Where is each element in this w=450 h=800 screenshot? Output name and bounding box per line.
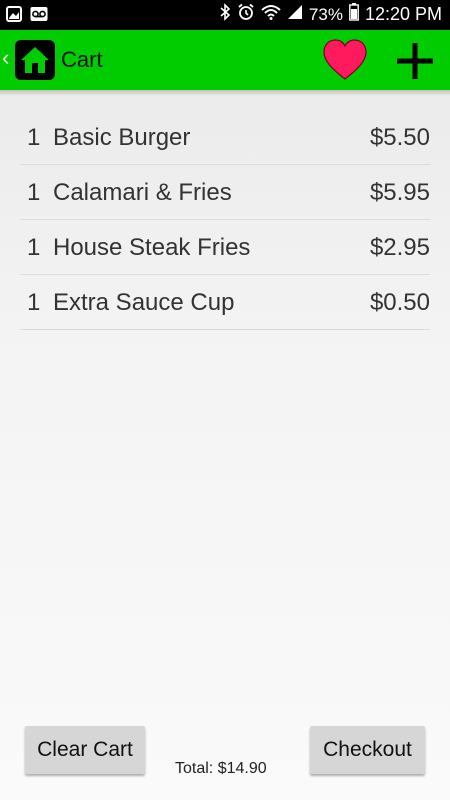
action-bar-shadow	[0, 90, 450, 96]
item-price: $0.50	[369, 289, 430, 316]
bluetooth-icon	[219, 3, 231, 26]
home-icon[interactable]	[15, 40, 55, 80]
item-name: Extra Sauce Cup	[53, 289, 235, 316]
status-right-icons: 73% 12:20 PM	[219, 3, 442, 26]
favorite-button[interactable]	[322, 38, 368, 84]
battery-icon	[349, 3, 359, 26]
item-price: $2.95	[369, 234, 430, 261]
cart-total: Total: $14.90	[175, 760, 267, 777]
item-name: House Steak Fries	[53, 234, 251, 261]
voicemail-icon	[30, 6, 48, 27]
signal-icon	[287, 4, 303, 25]
status-left-icons	[6, 6, 48, 27]
wifi-icon	[261, 4, 281, 25]
cart-item-row[interactable]: 1 Basic Burger $5.50	[20, 110, 430, 165]
add-item-button[interactable]	[394, 40, 436, 82]
heart-icon	[323, 39, 367, 80]
clear-cart-button[interactable]: Clear Cart	[25, 726, 145, 774]
item-price: $5.50	[369, 124, 430, 151]
page-title: Cart	[61, 47, 103, 72]
plus-icon	[397, 43, 433, 79]
action-bar: ‹ Cart	[0, 30, 450, 90]
checkout-button[interactable]: Checkout	[310, 726, 425, 774]
battery-percent: 73%	[308, 4, 343, 24]
item-quantity: 1	[27, 234, 41, 261]
item-quantity: 1	[27, 124, 41, 151]
cart-item-row[interactable]: 1 Extra Sauce Cup $0.50	[20, 275, 430, 330]
status-bar: 73% 12:20 PM	[0, 0, 450, 30]
item-name: Calamari & Fries	[53, 179, 232, 206]
item-price: $5.95	[369, 179, 430, 206]
back-chevron-icon[interactable]: ‹	[2, 47, 9, 69]
gallery-icon	[6, 6, 22, 27]
item-name: Basic Burger	[53, 124, 191, 151]
cart-list: 1 Basic Burger $5.50 1 Calamari & Fries …	[20, 110, 430, 330]
clock: 12:20 PM	[364, 4, 442, 24]
cart-item-row[interactable]: 1 House Steak Fries $2.95	[20, 220, 430, 275]
alarm-icon	[237, 3, 255, 26]
item-quantity: 1	[27, 179, 41, 206]
cart-item-row[interactable]: 1 Calamari & Fries $5.95	[20, 165, 430, 220]
item-quantity: 1	[27, 289, 41, 316]
